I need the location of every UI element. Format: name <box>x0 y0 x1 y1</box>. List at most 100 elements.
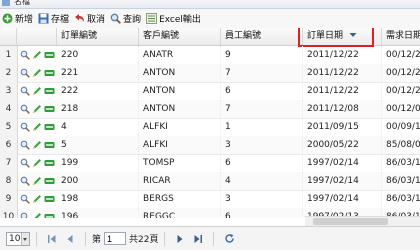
refresh-icon <box>225 233 234 243</box>
table-row[interactable]: 4 218ANTON72011/12/0800/12/08 <box>0 100 420 119</box>
delete-icon[interactable] <box>43 157 55 169</box>
view-icon[interactable] <box>19 175 31 187</box>
row-actions <box>19 103 55 115</box>
edit-icon[interactable] <box>31 157 43 169</box>
cell-required-date: 86/03/14 <box>382 154 420 172</box>
edit-icon[interactable] <box>31 193 43 205</box>
edit-icon[interactable] <box>31 103 43 115</box>
cell-customer-id: TOMSP <box>139 154 221 172</box>
table-row[interactable]: 1 220ANATR92011/12/2200/12/22 <box>0 46 420 65</box>
query-button-label: 查詢 <box>123 15 142 25</box>
row-number: 5 <box>0 118 18 136</box>
cell-order-date: 2011/12/22 <box>303 46 382 64</box>
last-page-icon <box>194 234 203 243</box>
delete-icon[interactable] <box>43 103 55 115</box>
column-header-order-id[interactable]: 訂單編號 <box>57 28 139 45</box>
next-page-button[interactable] <box>174 232 186 246</box>
edit-icon[interactable] <box>31 85 43 97</box>
cell-employee-id: 6 <box>221 208 303 218</box>
edit-icon[interactable] <box>31 211 43 218</box>
delete-icon[interactable] <box>43 175 55 187</box>
save-icon <box>38 13 49 24</box>
cell-order-id: 4 <box>57 118 139 136</box>
delete-icon[interactable] <box>43 85 55 97</box>
delete-icon[interactable] <box>43 193 55 205</box>
window-icon <box>2 0 10 6</box>
horizontal-scrollbar-thumb[interactable] <box>313 218 388 225</box>
edit-icon[interactable] <box>31 121 43 133</box>
delete-icon[interactable] <box>43 139 55 151</box>
cell-employee-id: 3 <box>221 190 303 208</box>
cell-customer-id: RICAR <box>139 172 221 190</box>
view-icon[interactable] <box>19 67 31 79</box>
delete-icon[interactable] <box>43 211 55 218</box>
row-number: 7 <box>0 154 18 172</box>
row-number: 3 <box>0 82 18 100</box>
row-actions <box>19 67 55 79</box>
column-header-required-date[interactable]: 需求日期 <box>382 28 420 45</box>
row-actions <box>19 49 55 61</box>
cell-customer-id: ANTON <box>139 100 221 118</box>
last-page-button[interactable] <box>192 232 204 246</box>
cell-required-date: 85/08/06 <box>382 136 420 154</box>
cell-required-date: 86/03/14 <box>382 190 420 208</box>
pager-divider <box>164 231 166 246</box>
table-row[interactable]: 6 5ALFKI32000/05/2285/08/06 <box>0 136 420 155</box>
cell-order-id: 222 <box>57 82 139 100</box>
add-button[interactable]: 新增 <box>0 10 36 27</box>
row-number: 10 <box>0 208 18 218</box>
column-header-customer-id[interactable]: 客戶編號 <box>139 28 221 45</box>
view-icon[interactable] <box>19 85 31 97</box>
row-number: 6 <box>0 136 18 154</box>
view-icon[interactable] <box>19 211 31 218</box>
table-row[interactable]: 7 199TOMSP61997/02/1486/03/14 <box>0 154 420 173</box>
toolbar: 新增 存檔 取消 查詢 Excel輸出 <box>0 9 420 29</box>
delete-icon[interactable] <box>43 49 55 61</box>
view-icon[interactable] <box>19 157 31 169</box>
view-icon[interactable] <box>19 139 31 151</box>
view-icon[interactable] <box>19 103 31 115</box>
search-icon <box>110 13 121 24</box>
excel-export-button[interactable]: Excel輸出 <box>144 10 204 27</box>
refresh-button[interactable] <box>223 232 235 246</box>
column-header-employee-id[interactable]: 員工編號 <box>221 28 303 45</box>
page-size-select[interactable]: 10 <box>6 231 30 246</box>
view-icon[interactable] <box>19 49 31 61</box>
edit-icon[interactable] <box>31 175 43 187</box>
edit-icon[interactable] <box>31 139 43 151</box>
save-button[interactable]: 存檔 <box>36 10 72 27</box>
cell-order-id: 199 <box>57 154 139 172</box>
pager-divider <box>36 231 37 246</box>
cell-order-date: 2000/05/22 <box>303 136 382 154</box>
horizontal-scrollbar[interactable] <box>305 216 420 226</box>
page-number-input[interactable] <box>104 232 127 245</box>
cell-order-date: 1997/02/14 <box>303 190 382 208</box>
table-row[interactable]: 3 222ANTON62011/12/2200/12/22 <box>0 82 420 101</box>
cell-order-date: 1997/02/14 <box>303 154 382 172</box>
cell-required-date: 00/09/15 <box>382 118 420 136</box>
previous-page-button[interactable] <box>64 232 76 246</box>
table-row[interactable]: 8 200RICAR41997/02/1486/03/14 <box>0 172 420 191</box>
edit-icon[interactable] <box>31 67 43 79</box>
cell-required-date: 00/12/22 <box>382 64 420 82</box>
first-page-button[interactable] <box>46 232 58 246</box>
view-icon[interactable] <box>19 121 31 133</box>
window-titlebar: 名檔 <box>0 0 420 9</box>
cell-order-id: 221 <box>57 64 139 82</box>
edit-icon[interactable] <box>31 49 43 61</box>
table-row[interactable]: 9 198BERGS31997/02/1486/03/14 <box>0 190 420 209</box>
cancel-button[interactable]: 取消 <box>72 10 108 27</box>
undo-icon <box>74 13 85 24</box>
table-row[interactable]: 2 221ANTON72011/12/2200/12/22 <box>0 64 420 83</box>
cell-customer-id: ANTON <box>139 82 221 100</box>
delete-icon[interactable] <box>43 121 55 133</box>
row-number-header <box>0 28 17 45</box>
table-row[interactable]: 5 4ALFKI12011/09/1500/09/15 <box>0 118 420 137</box>
view-icon[interactable] <box>19 193 31 205</box>
delete-icon[interactable] <box>43 67 55 79</box>
cell-employee-id: 7 <box>221 100 303 118</box>
query-button[interactable]: 查詢 <box>108 10 144 27</box>
cell-employee-id: 9 <box>221 46 303 64</box>
add-button-label: 新增 <box>15 15 34 25</box>
excel-icon <box>146 13 158 24</box>
